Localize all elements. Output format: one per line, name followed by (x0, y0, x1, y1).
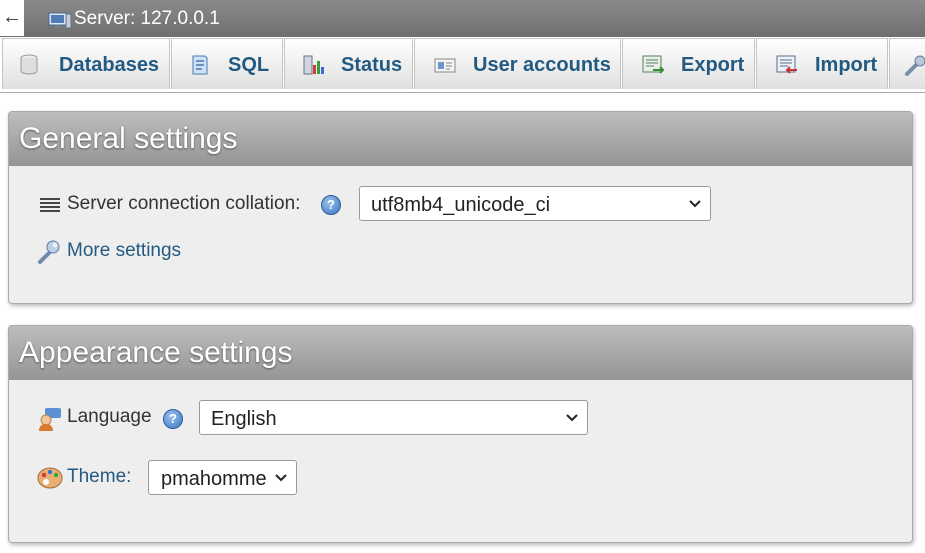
tab-sql[interactable]: SQL (171, 38, 283, 89)
chevron-down-icon (275, 474, 287, 482)
language-icon (39, 408, 61, 431)
chevron-down-icon (689, 200, 701, 208)
theme-label[interactable]: Theme: (67, 465, 131, 489)
collation-value: utf8mb4_unicode_ci (371, 194, 551, 216)
panel-header: General settings (9, 112, 912, 166)
export-icon (642, 55, 665, 74)
import-icon (776, 55, 797, 74)
chevron-down-icon (566, 414, 578, 422)
tab-settings[interactable] (889, 38, 925, 89)
more-settings-link[interactable]: More settings (67, 239, 181, 263)
tab-import[interactable]: Import (756, 38, 888, 89)
tab-export[interactable]: Export (622, 38, 755, 89)
tab-label: Export (681, 54, 745, 76)
tab-user-accounts[interactable]: User accounts (414, 38, 621, 89)
tab-label: Import (815, 54, 878, 76)
back-button[interactable]: ← (0, 0, 24, 36)
tab-label: Databases (59, 54, 160, 76)
user-accounts-icon (434, 58, 456, 73)
appearance-settings-panel: Appearance settings Language ? English T… (8, 325, 913, 543)
tab-label: User accounts (473, 54, 611, 76)
tab-databases[interactable]: Databases (2, 38, 170, 89)
theme-value: pmahomme (161, 468, 267, 490)
main-tabs: Databases SQL Status User accounts Expor… (0, 37, 925, 93)
theme-select[interactable]: pmahomme (148, 460, 297, 495)
general-settings-panel: General settings Server connection colla… (8, 111, 913, 304)
language-label: Language (67, 406, 152, 427)
collation-label: Server connection collation: (67, 193, 301, 214)
sql-icon (192, 55, 208, 75)
language-select[interactable]: English (199, 400, 588, 435)
collation-select[interactable]: utf8mb4_unicode_ci (359, 186, 711, 221)
status-icon (303, 55, 324, 75)
help-icon[interactable]: ? (163, 409, 183, 429)
server-icon (48, 12, 72, 29)
language-value: English (211, 408, 277, 430)
panel-title: Appearance settings (19, 336, 293, 369)
palette-icon (37, 467, 63, 489)
wrench-icon (38, 240, 60, 264)
panel-header: Appearance settings (9, 326, 912, 380)
top-bar: ← Server: 127.0.0.1 (0, 0, 925, 37)
tab-label: Status (341, 54, 403, 76)
tab-label: SQL (228, 54, 270, 76)
tab-status[interactable]: Status (284, 38, 413, 89)
database-icon (20, 54, 38, 75)
panel-title: General settings (19, 122, 238, 155)
server-title: Server: 127.0.0.1 (74, 8, 220, 29)
list-icon (40, 198, 60, 212)
help-icon[interactable]: ? (321, 195, 341, 215)
wrench-icon (905, 55, 925, 76)
